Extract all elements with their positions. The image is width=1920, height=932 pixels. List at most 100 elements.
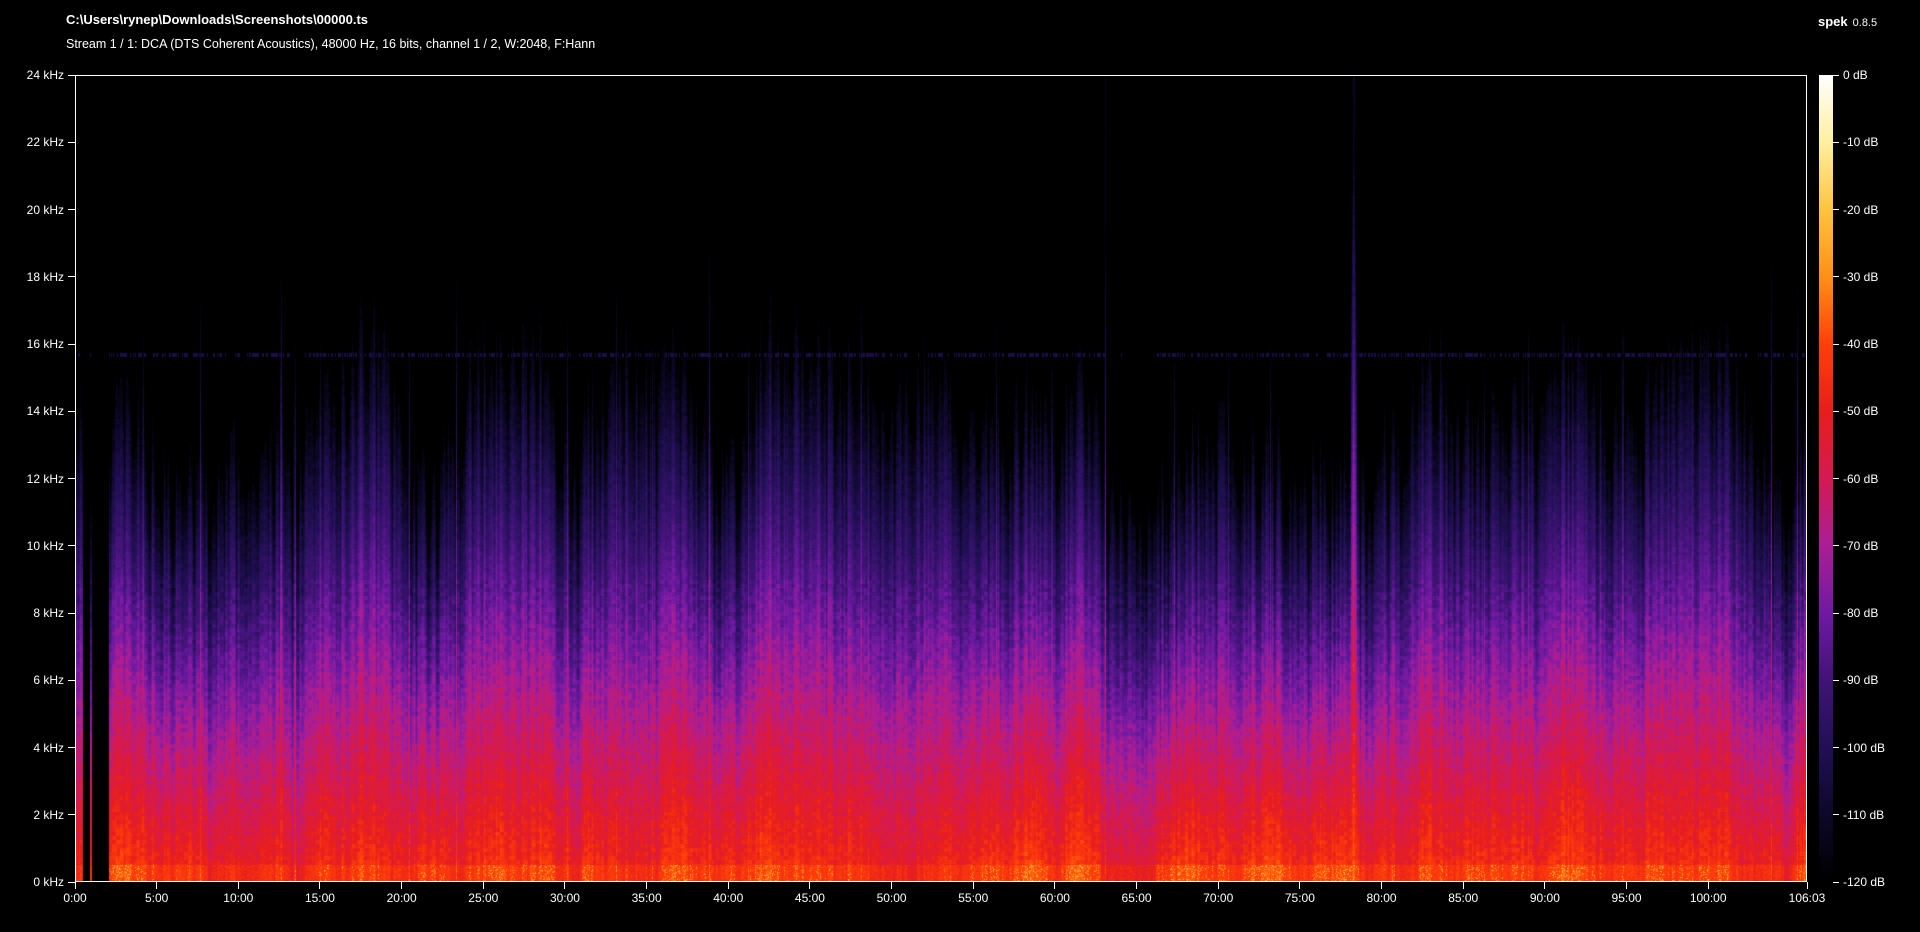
time-tick-label: 40:00 — [713, 891, 744, 905]
time-tick — [1217, 882, 1219, 889]
time-tick-label: 70:00 — [1203, 891, 1234, 905]
time-tick-label: 55:00 — [958, 891, 989, 905]
app-version: 0.8.5 — [1852, 17, 1878, 29]
freq-tick — [68, 612, 75, 614]
freq-tick — [68, 141, 75, 143]
time-tick — [1707, 882, 1709, 889]
time-tick — [482, 882, 484, 889]
time-tick-label: 75:00 — [1284, 891, 1315, 905]
db-tick — [1833, 814, 1839, 816]
stream-info-subtitle: Stream 1 / 1: DCA (DTS Coherent Acoustic… — [66, 37, 596, 51]
time-tick-label: 25:00 — [468, 891, 499, 905]
db-tick-label: -70 dB — [1843, 538, 1879, 553]
db-tick — [1833, 74, 1839, 76]
db-tick — [1833, 276, 1839, 278]
freq-tick-label: 18 kHz — [26, 269, 64, 284]
db-tick-label: 0 dB — [1843, 68, 1868, 82]
time-tick — [1806, 882, 1808, 889]
time-tick-label: 106:03 — [1788, 891, 1826, 905]
db-tick — [1833, 747, 1839, 748]
time-tick-label: 95:00 — [1611, 891, 1642, 905]
db-tick-label: -30 dB — [1843, 269, 1879, 284]
freq-tick-label: 10 kHz — [26, 538, 64, 553]
time-tick-label: 60:00 — [1039, 891, 1070, 905]
spectrogram-canvas — [76, 76, 1806, 881]
time-tick-label: 65:00 — [1121, 891, 1152, 905]
app-badge: spek 0.8.5 — [1818, 14, 1877, 29]
freq-tick-label: 8 kHz — [33, 606, 64, 620]
time-tick — [809, 882, 811, 889]
freq-tick-label: 2 kHz — [33, 807, 64, 822]
freq-tick-label: 0 kHz — [33, 875, 64, 889]
time-tick — [1299, 882, 1301, 889]
freq-tick-label: 6 kHz — [33, 673, 64, 688]
db-tick — [1833, 209, 1839, 210]
time-tick — [1626, 882, 1628, 889]
time-tick — [1462, 882, 1464, 889]
db-tick-label: -40 dB — [1843, 337, 1879, 351]
db-tick-label: -20 dB — [1843, 202, 1879, 217]
freq-tick-label: 16 kHz — [26, 337, 64, 351]
db-tick-label: -10 dB — [1843, 135, 1879, 150]
freq-tick — [68, 478, 75, 479]
freq-tick-label: 12 kHz — [26, 471, 64, 486]
freq-tick-label: 4 kHz — [33, 740, 64, 755]
time-tick-label: 90:00 — [1529, 891, 1560, 905]
db-tick — [1833, 545, 1839, 547]
time-tick — [727, 882, 729, 889]
time-tick-label: 30:00 — [549, 891, 580, 905]
db-tick — [1833, 343, 1839, 345]
db-tick — [1833, 141, 1839, 143]
time-tick — [156, 882, 158, 889]
db-tick-label: -100 dB — [1843, 740, 1886, 755]
db-tick — [1833, 881, 1839, 883]
db-tick — [1833, 410, 1839, 412]
time-tick-label: 35:00 — [631, 891, 662, 905]
time-tick — [74, 882, 76, 889]
freq-tick-label: 14 kHz — [26, 404, 64, 419]
db-tick — [1833, 478, 1839, 479]
time-tick-label: 10:00 — [223, 891, 254, 905]
time-tick — [1381, 882, 1383, 889]
time-tick — [891, 882, 893, 889]
freq-tick — [68, 814, 75, 816]
spectrogram-plot-frame — [75, 75, 1807, 882]
time-tick-label: 15:00 — [304, 891, 335, 905]
time-tick-label: 85:00 — [1448, 891, 1479, 905]
freq-tick — [68, 74, 75, 76]
time-tick — [237, 882, 239, 889]
db-tick-label: -110 dB — [1843, 807, 1885, 822]
time-tick — [972, 882, 974, 889]
freq-tick-label: 22 kHz — [26, 135, 64, 150]
db-tick-label: -120 dB — [1843, 875, 1886, 889]
freq-tick — [68, 747, 75, 748]
time-tick — [1054, 882, 1056, 889]
time-tick-label: 0:00 — [63, 891, 87, 905]
db-tick — [1833, 612, 1839, 614]
freq-tick — [68, 276, 75, 278]
db-tick — [1833, 679, 1839, 681]
time-tick-label: 100:00 — [1689, 891, 1727, 905]
time-tick — [1544, 882, 1546, 889]
db-tick-label: -50 dB — [1843, 404, 1879, 419]
freq-tick-label: 24 kHz — [26, 68, 64, 82]
freq-tick — [68, 343, 75, 345]
time-tick — [646, 882, 648, 889]
time-tick — [564, 882, 566, 889]
db-tick-label: -60 dB — [1843, 471, 1879, 486]
spek-window: { "window": { "app": "spek", "version": … — [0, 0, 1920, 932]
freq-tick — [68, 545, 75, 547]
db-tick-label: -80 dB — [1843, 606, 1879, 620]
time-tick-label: 45:00 — [794, 891, 825, 905]
time-tick — [319, 882, 321, 889]
time-tick-label: 20:00 — [386, 891, 417, 905]
time-tick — [1136, 882, 1138, 889]
app-name: spek — [1818, 14, 1848, 29]
time-tick-label: 80:00 — [1366, 891, 1397, 905]
time-tick-label: 50:00 — [876, 891, 907, 905]
db-tick-label: -90 dB — [1843, 673, 1879, 688]
freq-tick — [68, 679, 75, 681]
time-tick — [401, 882, 403, 889]
freq-tick-label: 20 kHz — [26, 202, 64, 217]
freq-tick — [68, 410, 75, 412]
